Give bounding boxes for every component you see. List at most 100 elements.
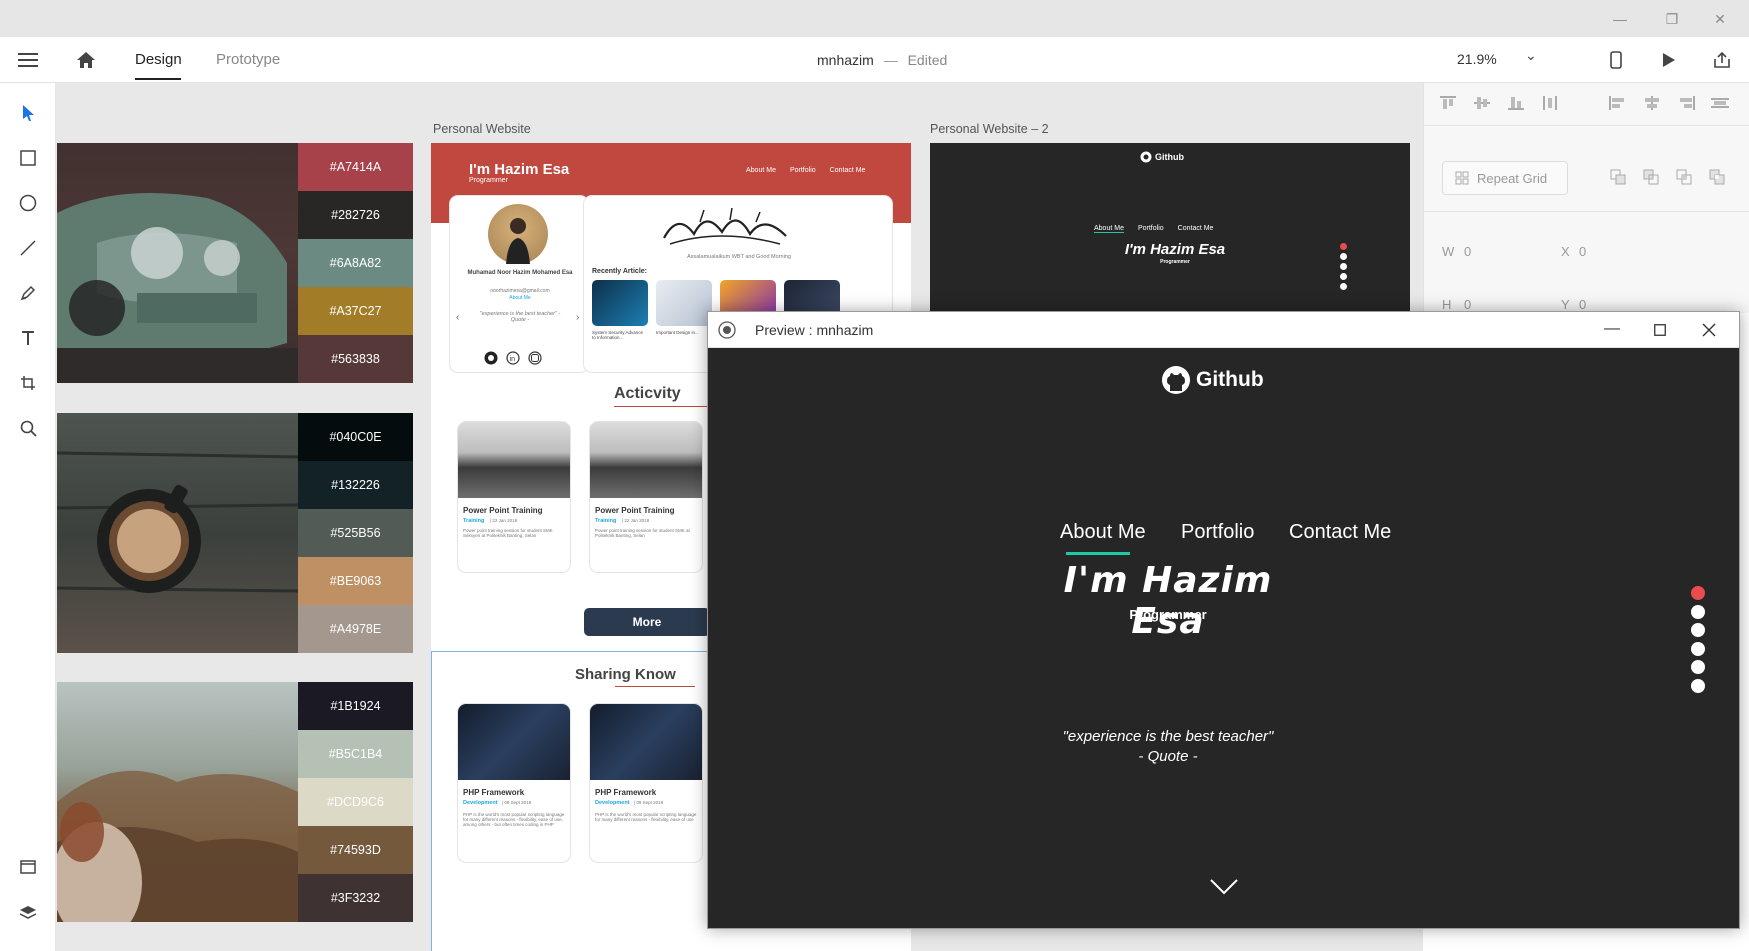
home-icon[interactable] (72, 47, 100, 73)
align-top-icon[interactable] (1438, 95, 1458, 111)
rectangle-tool-icon[interactable] (14, 144, 42, 172)
activity-tag[interactable]: Training (595, 518, 616, 524)
nav-portfolio[interactable]: Portfolio (1181, 521, 1254, 544)
preview-window[interactable]: Preview : mnhazim — Github About Me Port… (707, 311, 1740, 929)
zoom-level[interactable]: 21.9% (1457, 51, 1497, 67)
article-thumbnail[interactable] (656, 280, 712, 326)
color-palette-3[interactable]: #1B1924 #B5C1B4 #DCD9C6 #74593D #3F3232 (57, 682, 413, 922)
align-center-icon[interactable] (1642, 95, 1662, 111)
tab-prototype[interactable]: Prototype (216, 51, 280, 68)
zoom-tool-icon[interactable] (14, 414, 42, 442)
activity-card[interactable]: Power Point Training Training | 22 Jan 2… (589, 421, 703, 573)
sharing-card[interactable]: PHP Framework Development | 09 Sept 2019… (589, 703, 703, 863)
align-middle-icon[interactable] (1472, 95, 1492, 111)
github-logo[interactable]: Github (1161, 365, 1264, 395)
chevron-right-icon[interactable]: › (576, 312, 579, 323)
share-icon[interactable] (1708, 47, 1736, 73)
play-icon[interactable] (1655, 47, 1683, 73)
nav-contact[interactable]: Contact Me (1289, 521, 1391, 544)
swatch[interactable]: #A4978E (298, 605, 413, 653)
boolean-exclude-icon[interactable] (1709, 169, 1725, 185)
chevron-down-icon[interactable]: ⌄ (1525, 47, 1537, 64)
swatch[interactable]: #282726 (298, 191, 413, 239)
page-dot[interactable] (1691, 605, 1705, 619)
nav-about[interactable]: About Me (1060, 521, 1146, 544)
page-dot[interactable] (1340, 283, 1347, 290)
swatch[interactable]: #74593D (298, 826, 413, 874)
swatch[interactable]: #A37C27 (298, 287, 413, 335)
record-icon[interactable] (718, 321, 736, 339)
page-dot[interactable] (1340, 243, 1347, 250)
nav-about[interactable]: About Me (1094, 225, 1124, 233)
select-tool-icon[interactable] (14, 99, 42, 127)
nav-contact[interactable]: Contact Me (1178, 225, 1214, 233)
page-dot-active[interactable] (1691, 586, 1705, 600)
page-dot[interactable] (1691, 660, 1705, 674)
github-icon[interactable] (484, 351, 498, 365)
swatch[interactable]: #1B1924 (298, 682, 413, 730)
align-left-icon[interactable] (1608, 95, 1628, 111)
page-dot[interactable] (1691, 642, 1705, 656)
repeat-grid-button[interactable]: Repeat Grid (1442, 161, 1568, 195)
activity-tag[interactable]: Training (463, 518, 484, 524)
text-tool-icon[interactable] (14, 324, 42, 352)
more-button[interactable]: More (584, 608, 710, 636)
swatch[interactable]: #DCD9C6 (298, 778, 413, 826)
artboard-tool-icon[interactable] (14, 369, 42, 397)
page-dot[interactable] (1691, 623, 1705, 637)
layers-panel-icon[interactable] (14, 898, 42, 926)
article-thumbnail[interactable] (592, 280, 648, 326)
profile-link[interactable]: About Me (458, 295, 582, 301)
nav-about[interactable]: About Me (746, 167, 776, 174)
swatch[interactable]: #6A8A82 (298, 239, 413, 287)
page-dot[interactable] (1691, 679, 1705, 693)
swatch[interactable]: #563838 (298, 335, 413, 383)
activity-card[interactable]: Power Point Training Training | 22 Jan 2… (457, 421, 571, 573)
artboard-label[interactable]: Personal Website (433, 122, 531, 136)
x-input[interactable]: 0 (1579, 244, 1586, 259)
page-dot[interactable] (1340, 253, 1347, 260)
nav-portfolio[interactable]: Portfolio (790, 167, 816, 174)
sharing-tag[interactable]: Development (595, 800, 630, 806)
artboard-personal-website-2[interactable]: Github About Me Portfolio Contact Me I'm… (930, 143, 1410, 323)
width-input[interactable]: 0 (1464, 244, 1471, 259)
swatch[interactable]: #3F3232 (298, 874, 413, 922)
distribute-vertical-icon[interactable] (1540, 95, 1560, 111)
chevron-left-icon[interactable]: ‹ (456, 312, 459, 323)
close-button[interactable]: ✕ (1700, 8, 1740, 30)
height-input[interactable]: 0 (1464, 297, 1471, 312)
color-palette-2[interactable]: #040C0E #132226 #525B56 #BE9063 #A4978E (57, 413, 413, 653)
maximize-icon[interactable] (1654, 324, 1666, 336)
page-dot[interactable] (1340, 273, 1347, 280)
chevron-down-icon[interactable] (1209, 878, 1239, 896)
minimize-button[interactable]: — (1604, 320, 1620, 338)
color-palette-1[interactable]: #A7414A #282726 #6A8A82 #A37C27 #563838 (57, 143, 413, 383)
instagram-icon[interactable] (528, 351, 542, 365)
assets-panel-icon[interactable] (14, 853, 42, 881)
align-bottom-icon[interactable] (1506, 95, 1526, 111)
nav-portfolio[interactable]: Portfolio (1138, 225, 1164, 233)
swatch[interactable]: #B5C1B4 (298, 730, 413, 778)
y-input[interactable]: 0 (1579, 297, 1586, 312)
pen-tool-icon[interactable] (14, 279, 42, 307)
minimize-button[interactable]: — (1600, 8, 1640, 30)
hamburger-icon[interactable] (14, 47, 42, 73)
align-right-icon[interactable] (1676, 95, 1696, 111)
artboard-label[interactable]: Personal Website – 2 (930, 122, 1049, 136)
line-tool-icon[interactable] (14, 234, 42, 262)
swatch[interactable]: #BE9063 (298, 557, 413, 605)
boolean-subtract-icon[interactable] (1643, 169, 1659, 185)
page-dot[interactable] (1340, 263, 1347, 270)
boolean-intersect-icon[interactable] (1676, 169, 1692, 185)
device-preview-icon[interactable] (1602, 47, 1630, 73)
swatch[interactable]: #132226 (298, 461, 413, 509)
swatch[interactable]: #A7414A (298, 143, 413, 191)
sharing-tag[interactable]: Development (463, 800, 498, 806)
sharing-card[interactable]: PHP Framework Development | 09 Sept 2019… (457, 703, 571, 863)
swatch[interactable]: #040C0E (298, 413, 413, 461)
linkedin-icon[interactable]: in (506, 351, 520, 365)
nav-contact[interactable]: Contact Me (830, 167, 866, 174)
distribute-horizontal-icon[interactable] (1710, 95, 1730, 111)
swatch[interactable]: #525B56 (298, 509, 413, 557)
tab-design[interactable]: Design (135, 51, 182, 68)
